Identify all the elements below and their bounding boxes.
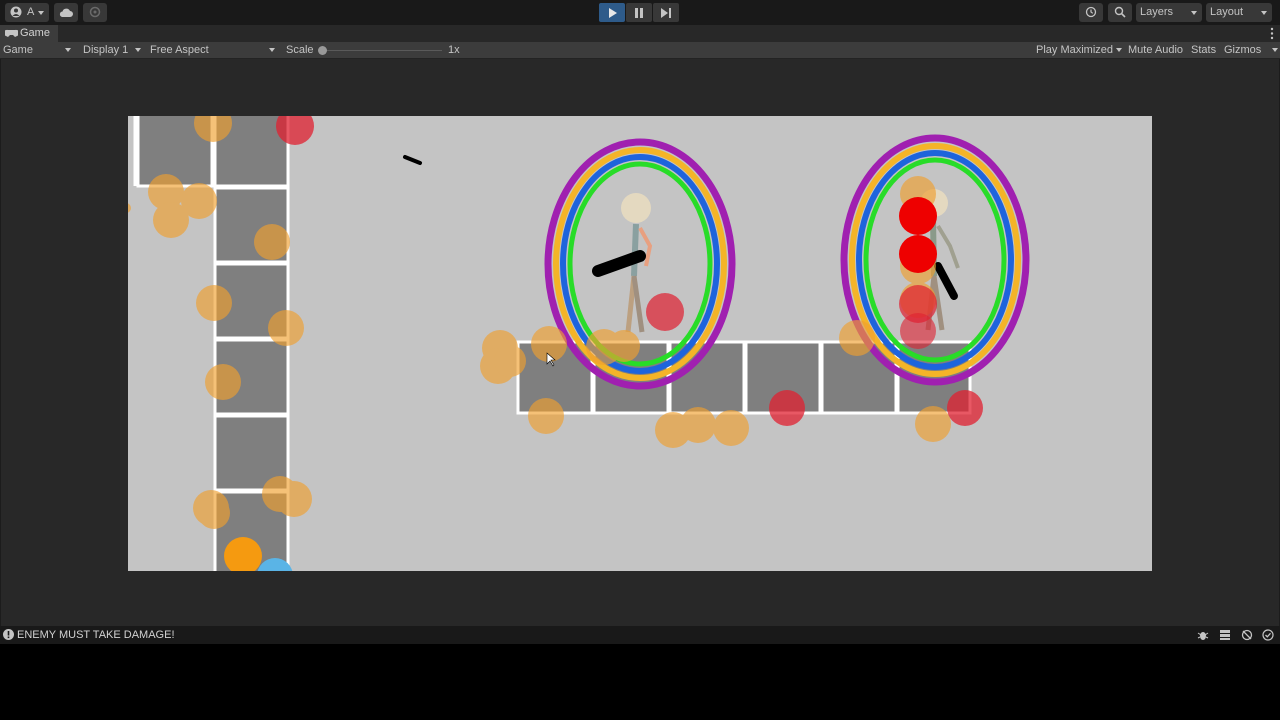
mute-audio-toggle[interactable]: Mute Audio: [1128, 42, 1183, 58]
display-label: Display 1: [83, 44, 129, 56]
play-mode-label: Play Maximized: [1036, 44, 1114, 56]
game-scene: [128, 116, 1030, 571]
play-mode-dropdown[interactable]: Play Maximized: [1036, 42, 1122, 58]
chevron-down-icon: [1261, 11, 1267, 15]
history-button[interactable]: [1079, 3, 1103, 22]
status-message[interactable]: ENEMY MUST TAKE DAMAGE!: [17, 626, 175, 644]
scale-label: Scale: [286, 44, 314, 56]
gizmos-label: Gizmos: [1224, 44, 1262, 56]
chevron-down-icon: [38, 11, 44, 15]
cloud-icon: [59, 8, 73, 17]
chevron-down-icon: [1272, 48, 1278, 52]
search-icon: [1114, 6, 1126, 18]
warning-icon: [3, 629, 14, 640]
layout-label: Layout: [1210, 6, 1244, 18]
account-dropdown[interactable]: A: [5, 3, 49, 22]
bug-icon[interactable]: [1197, 629, 1209, 641]
tab-bar: Game: [0, 25, 1280, 42]
step-icon: [661, 8, 671, 18]
letterbox-bottom: [0, 644, 1280, 720]
scale-slider-handle[interactable]: [318, 46, 327, 55]
playback-controls: [599, 3, 680, 22]
scale-value: 1x: [448, 44, 460, 56]
mode-dropdown[interactable]: Game: [3, 42, 75, 58]
scale-slider-track: [320, 50, 442, 51]
network-icon[interactable]: [1241, 629, 1253, 641]
sword: [934, 262, 958, 300]
display-dropdown[interactable]: Display 1: [83, 42, 145, 58]
aspect-dropdown[interactable]: Free Aspect: [150, 42, 279, 58]
search-button[interactable]: [1108, 3, 1132, 22]
main-toolbar: A Layers Layout: [0, 0, 1280, 25]
chevron-down-icon: [269, 48, 275, 52]
gizmos-dropdown[interactable]: Gizmos: [1224, 42, 1278, 58]
tab-game[interactable]: Game: [0, 25, 58, 42]
cloud-button[interactable]: [54, 3, 78, 22]
chevron-down-icon: [135, 48, 141, 52]
step-button[interactable]: [653, 3, 679, 22]
more-vertical-icon[interactable]: [1270, 27, 1274, 40]
scale-slider[interactable]: [318, 46, 444, 55]
aspect-label: Free Aspect: [150, 44, 209, 56]
mode-label: Game: [3, 44, 33, 56]
pause-icon: [635, 8, 643, 18]
layout-dropdown[interactable]: Layout: [1206, 3, 1272, 22]
play-button[interactable]: [599, 3, 625, 22]
layers-label: Layers: [1140, 6, 1174, 18]
tab-title: Game: [20, 27, 50, 39]
pause-button[interactable]: [626, 3, 652, 22]
chevron-down-icon: [1191, 11, 1197, 15]
history-icon: [1085, 6, 1097, 18]
account-label: A: [27, 6, 35, 18]
game-view-options: Game Display 1 Free Aspect Scale 1x Play…: [0, 42, 1280, 59]
projectile: [403, 155, 422, 165]
collab-icon: [89, 6, 101, 18]
stats-toggle[interactable]: Stats: [1191, 42, 1216, 58]
chevron-down-icon: [65, 48, 71, 52]
cache-server-icon[interactable]: [1219, 629, 1231, 641]
layers-dropdown[interactable]: Layers: [1136, 3, 1202, 22]
game-canvas[interactable]: [128, 116, 1152, 571]
play-icon: [609, 8, 617, 18]
chevron-down-icon: [1116, 48, 1122, 52]
check-circle-icon[interactable]: [1262, 629, 1274, 641]
gamepad-icon: [5, 29, 18, 37]
account-icon: [10, 6, 22, 18]
collab-button[interactable]: [83, 3, 107, 22]
status-bar: ENEMY MUST TAKE DAMAGE!: [0, 626, 1280, 644]
